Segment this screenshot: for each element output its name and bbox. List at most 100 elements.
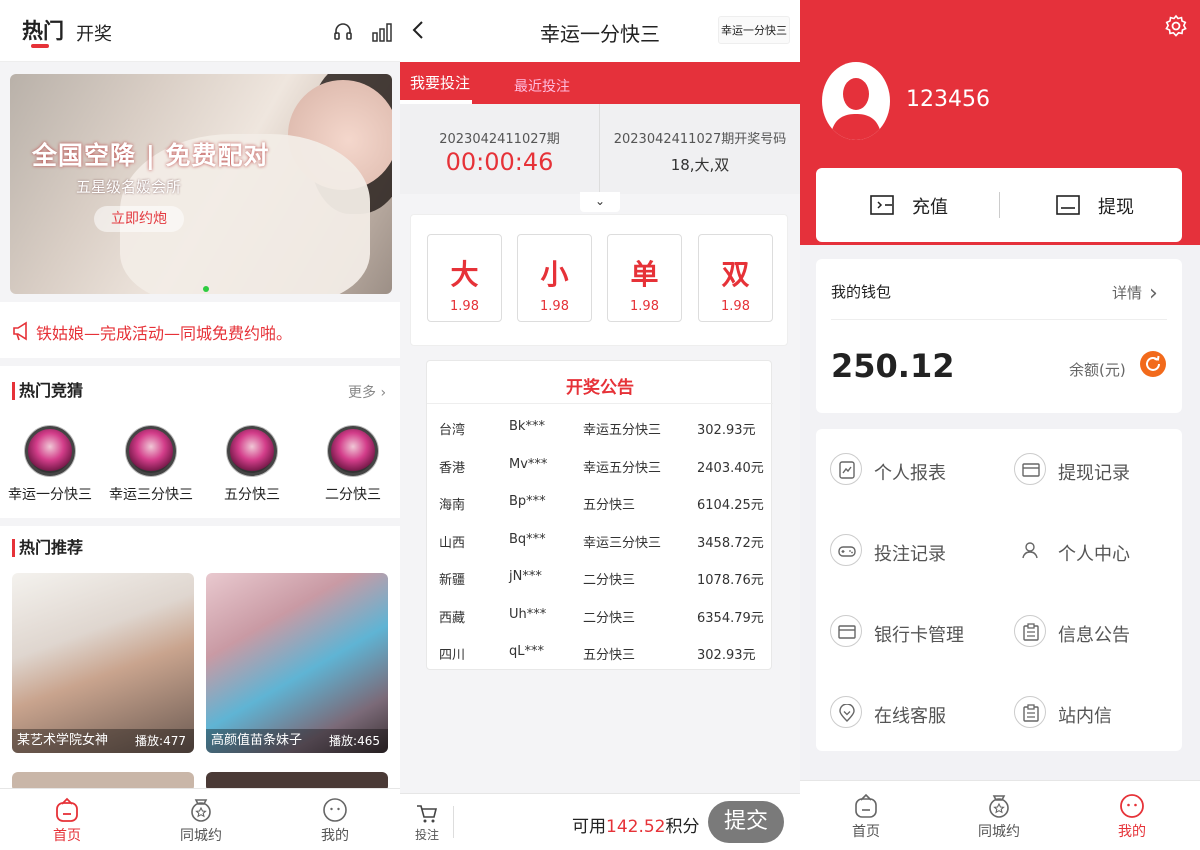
- tabbar-local-label: 同城约: [180, 828, 222, 844]
- tabbar-mine[interactable]: 我的: [1092, 785, 1172, 841]
- tab-hot-indicator: [31, 44, 49, 48]
- expand-chevron-icon[interactable]: ⌄: [580, 192, 620, 212]
- wallet-detail-link[interactable]: 详情 ›: [1112, 279, 1158, 306]
- tabbar-home[interactable]: 首页: [826, 785, 906, 841]
- row-region: 新疆: [439, 573, 466, 588]
- signal-bars-icon[interactable]: [372, 22, 392, 42]
- row-game: 五分快三: [583, 648, 636, 663]
- bet-header: 幸运一分快三 幸运一分快三: [400, 0, 800, 62]
- game-avatar: [126, 426, 176, 476]
- tab-lottery[interactable]: 开奖: [76, 20, 112, 46]
- row-region: 台湾: [439, 423, 466, 438]
- divider: [453, 806, 454, 838]
- video-card[interactable]: 高颜值苗条妹子 播放:465: [206, 573, 388, 753]
- avatar[interactable]: [822, 62, 890, 140]
- hot-games-section: 热门竞猜 更多 › 幸运一分快三 幸运三分快三 五分快三 二分快三: [0, 366, 400, 518]
- divider: [999, 192, 1000, 218]
- bet-odds: 1.98: [630, 299, 659, 314]
- menu-withdraw-records[interactable]: 提现记录: [1014, 451, 1184, 491]
- menu-bet-records[interactable]: 投注记录: [830, 532, 1000, 572]
- game-item[interactable]: 幸运一分快三: [7, 426, 93, 504]
- tabbar-home-label: 首页: [852, 824, 880, 840]
- home-header: 热门 开奖: [0, 0, 400, 62]
- row-user: Bq***: [509, 531, 546, 547]
- recharge-icon: [870, 194, 894, 216]
- available-suffix: 积分: [665, 817, 700, 837]
- announcement-row: 四川 qL*** 五分快三 302.93元: [427, 634, 773, 671]
- video-card[interactable]: 某艺术学院女神 播放:477: [12, 573, 194, 753]
- refresh-icon[interactable]: [1140, 351, 1166, 377]
- video-play-count: 播放:465: [329, 734, 380, 748]
- headset-icon[interactable]: [334, 22, 352, 42]
- game-label: 幸运三分快三: [109, 487, 193, 503]
- announcement-row: 香港 Mv*** 幸运五分快三 2403.40元: [427, 447, 773, 484]
- game-item[interactable]: 二分快三: [310, 426, 396, 504]
- submit-button[interactable]: 提交: [708, 801, 784, 843]
- game-item[interactable]: 幸运三分快三: [108, 426, 194, 504]
- wallet-balance: 250.12: [831, 347, 955, 385]
- username: 123456: [906, 87, 990, 112]
- notice-bar[interactable]: 铁姑娘—完成活动—同城免费约啪。: [0, 302, 400, 358]
- menu-announcements[interactable]: 信息公告: [1014, 613, 1184, 653]
- tab-hot[interactable]: 热门: [22, 15, 64, 45]
- bet-option-small[interactable]: 小 1.98: [517, 234, 592, 322]
- menu-online-service[interactable]: 在线客服: [830, 694, 1000, 734]
- announcement-title: 开奖公告: [566, 378, 634, 398]
- menu-bank-cards[interactable]: 银行卡管理: [830, 613, 1000, 653]
- row-user: Mv***: [509, 456, 548, 472]
- menu-inbox[interactable]: 站内信: [1014, 694, 1184, 734]
- announcement-row: 西藏 Uh*** 二分快三 6354.79元: [427, 597, 773, 634]
- gear-icon[interactable]: [1164, 14, 1188, 38]
- face-icon: [322, 797, 348, 823]
- gamepad-icon: [830, 534, 862, 566]
- tabbar-local[interactable]: 同城约: [959, 785, 1039, 841]
- bet-option-even[interactable]: 双 1.98: [698, 234, 773, 322]
- face-icon: [1119, 793, 1145, 819]
- bet-bottom-bar: 投注 可用142.52积分 提交: [400, 793, 800, 850]
- bet-option-odd[interactable]: 单 1.98: [607, 234, 682, 322]
- more-label: 更多: [348, 385, 376, 401]
- tabbar-local[interactable]: 同城约: [161, 789, 241, 845]
- promo-banner[interactable]: 全国空降 | 免费配对 五星级名媛会所 立即约炮: [10, 74, 392, 294]
- game-switch-chip[interactable]: 幸运一分快三: [718, 16, 790, 44]
- bet-option-big[interactable]: 大 1.98: [427, 234, 502, 322]
- balance-unit: 余额(元): [1069, 361, 1126, 379]
- cart-icon: [416, 804, 438, 824]
- row-game: 二分快三: [583, 610, 636, 626]
- bet-name: 大: [450, 258, 479, 291]
- tabbar-mine[interactable]: 我的: [295, 789, 375, 845]
- game-label: 幸运一分快三: [8, 487, 92, 503]
- bet-odds: 1.98: [540, 299, 569, 314]
- bet-name: 小: [540, 258, 569, 291]
- more-link[interactable]: 更多 ›: [348, 382, 386, 402]
- banner-button[interactable]: 立即约炮: [94, 206, 184, 232]
- banner-pager-dot[interactable]: [203, 286, 209, 292]
- tabbar-home[interactable]: 首页: [27, 789, 107, 845]
- row-user: Bp***: [509, 494, 546, 509]
- row-amount: 302.93元: [697, 648, 756, 663]
- profile-panel: 123456 充值 提现 我的钱包 详情 › 250.12 余额(元) 个人报表…: [800, 0, 1200, 850]
- points-value: 142.52: [606, 817, 666, 837]
- clipboard-icon: [1014, 615, 1046, 647]
- row-game: 幸运五分快三: [583, 460, 662, 476]
- announcement-row: 海南 Bp*** 五分快三 6104.25元: [427, 484, 773, 521]
- chevron-right-icon: ›: [376, 385, 387, 401]
- banner-title: 全国空降 | 免费配对: [32, 141, 270, 170]
- menu-label: 在线客服: [874, 706, 946, 727]
- home-icon: [853, 793, 879, 819]
- chevron-right-icon: ›: [1142, 281, 1158, 306]
- game-item[interactable]: 五分快三: [209, 426, 295, 504]
- menu-personal-center[interactable]: 个人中心: [1014, 532, 1184, 572]
- video-play-count: 播放:477: [135, 734, 186, 748]
- row-game: 五分快三: [583, 498, 636, 513]
- issue-divider: [599, 104, 600, 194]
- menu-personal-report[interactable]: 个人报表: [830, 451, 1000, 491]
- tab-place-bet[interactable]: 我要投注: [410, 72, 470, 93]
- tab-recent-bets[interactable]: 最近投注: [514, 76, 570, 96]
- menu-label: 提现记录: [1058, 463, 1130, 484]
- bet-odds: 1.98: [450, 299, 479, 314]
- row-amount: 6354.79元: [697, 610, 764, 626]
- bet-slip-label: 投注: [414, 828, 439, 842]
- bet-slip-button[interactable]: 投注: [412, 804, 442, 843]
- row-user: Uh***: [509, 606, 547, 622]
